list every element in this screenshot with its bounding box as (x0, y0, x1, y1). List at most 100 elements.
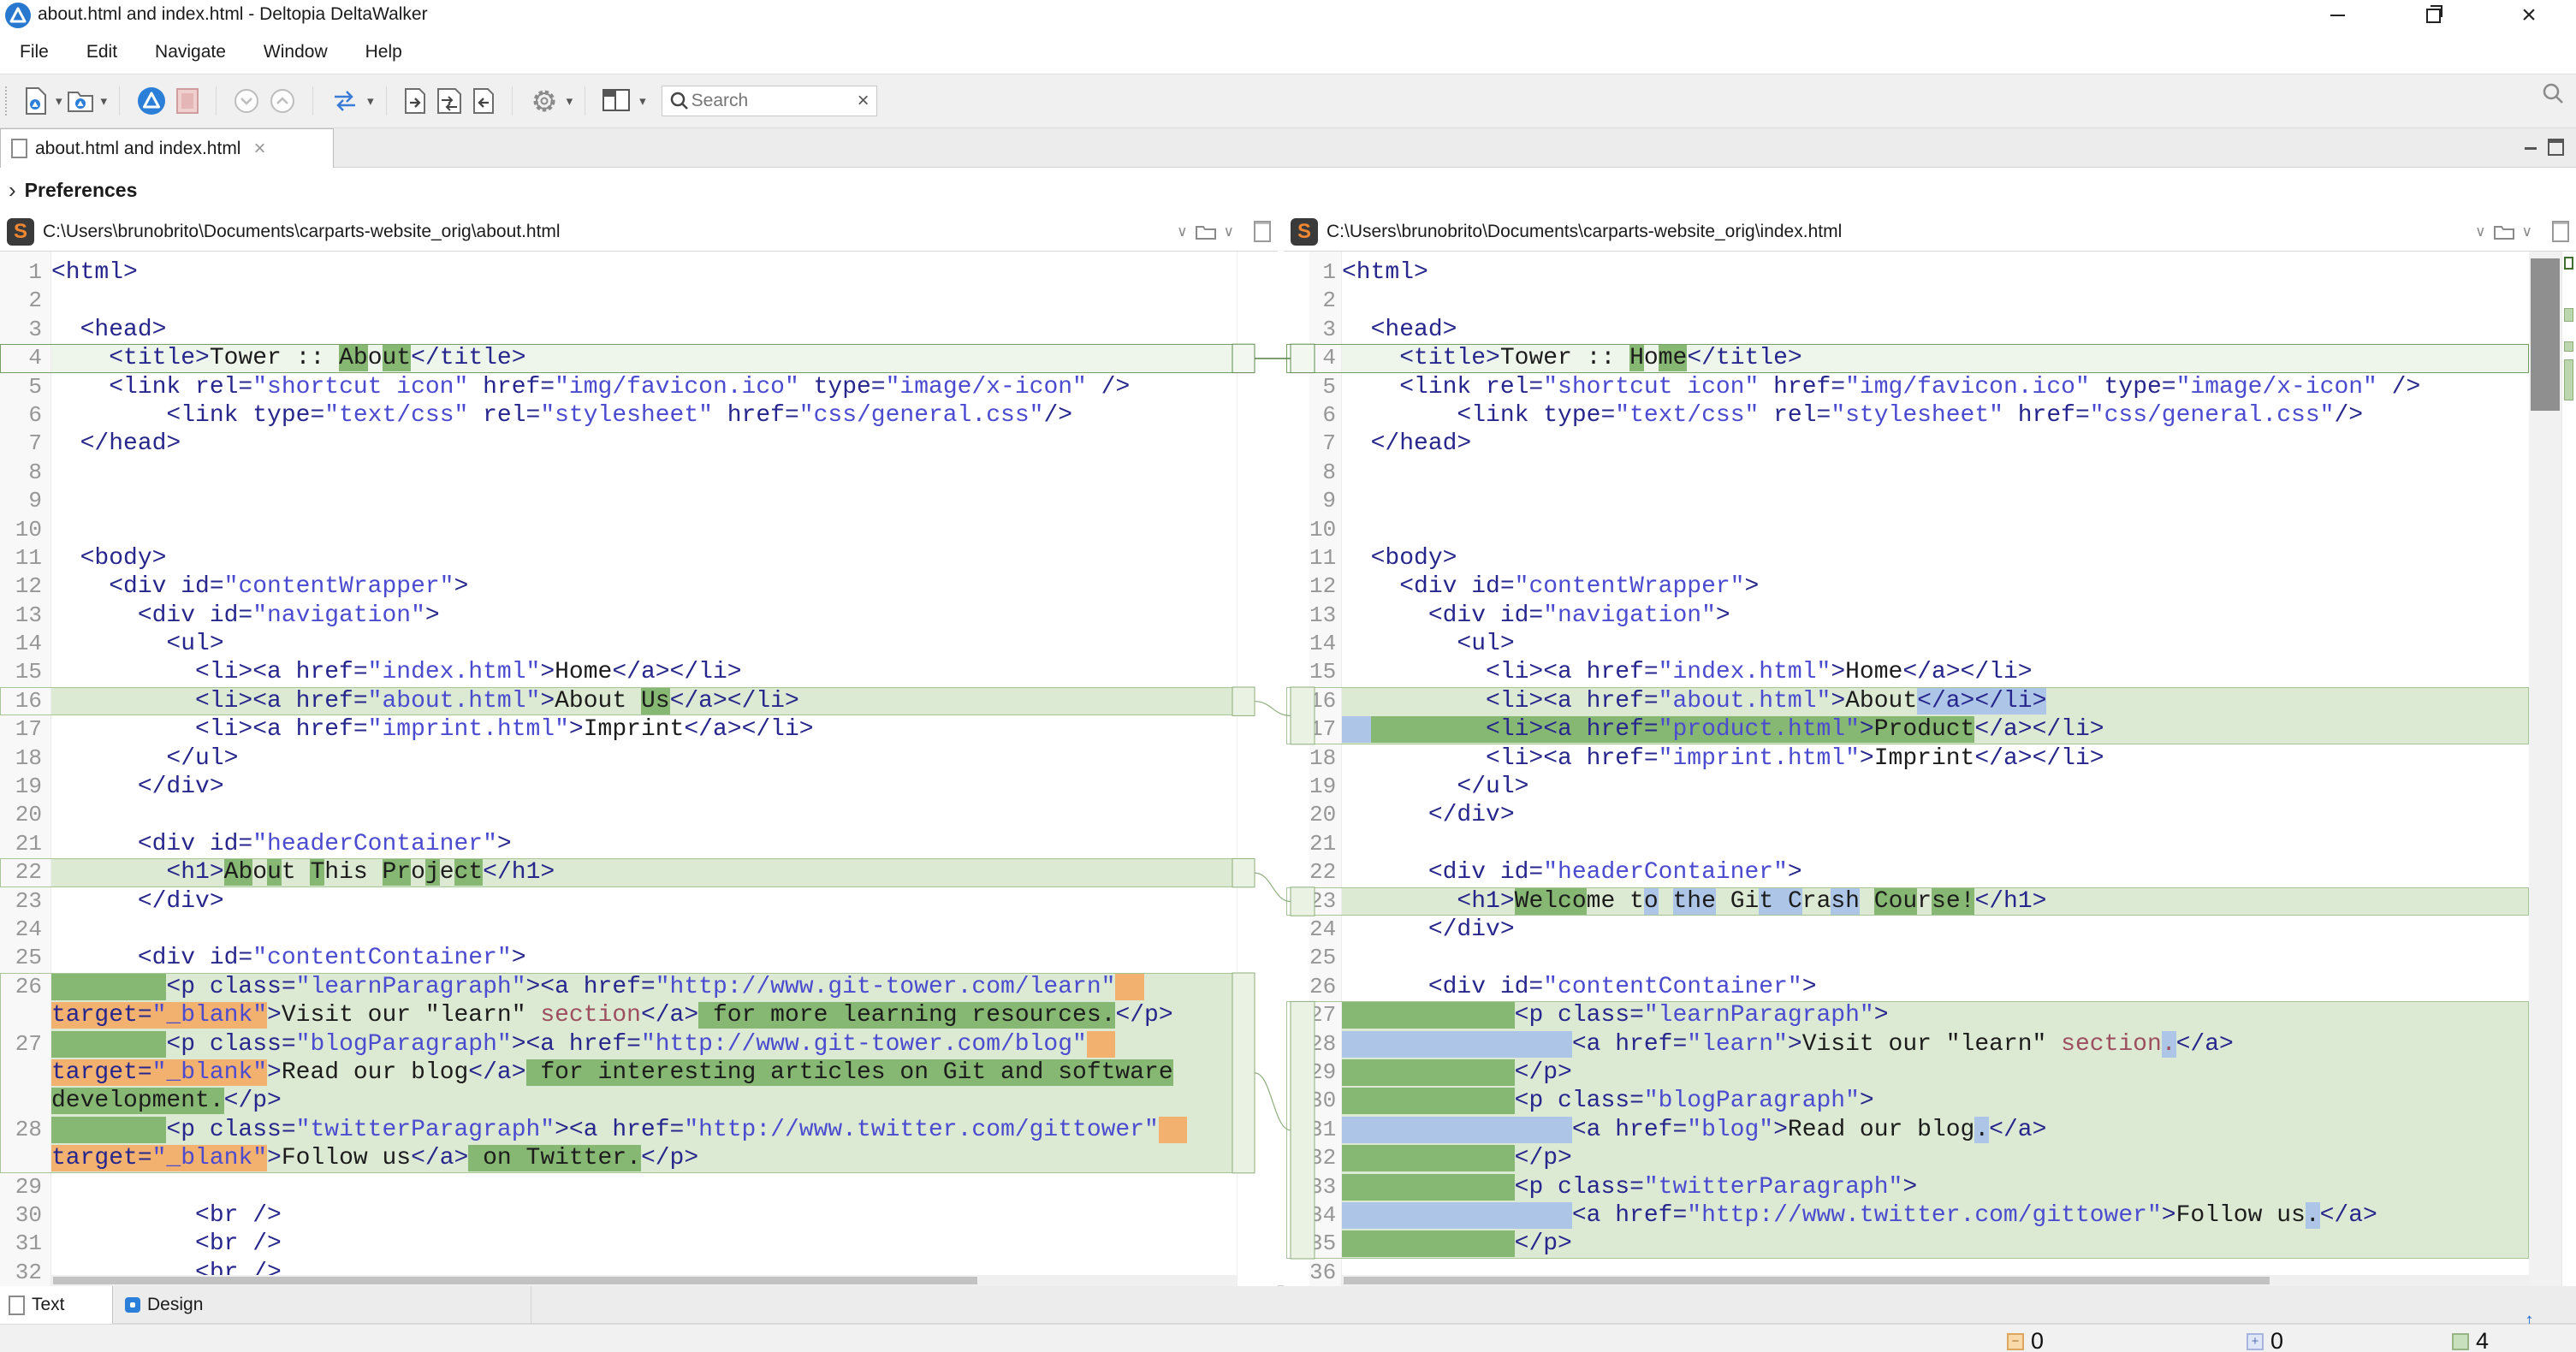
previous-difference-button[interactable] (264, 82, 300, 120)
tab-close-icon[interactable]: × (253, 137, 265, 161)
swap-dropdown[interactable]: ▾ (367, 93, 374, 109)
preferences-label[interactable]: Preferences (25, 179, 138, 202)
line-number: 24 (0, 916, 50, 944)
line-number: 14 (0, 630, 50, 658)
restore-button[interactable] (2407, 0, 2460, 31)
toolbar: ▾ ▾ ▾ (0, 74, 2576, 128)
right-pane-header: S C:\Users\brunobrito\Documents\carparts… (1284, 212, 2576, 252)
code-line: <html> (1342, 258, 2529, 287)
swap-sides-button[interactable] (325, 82, 365, 120)
code-line: </div> (1342, 801, 2529, 829)
menu-window[interactable]: Window (264, 42, 328, 62)
path-dropdown-icon[interactable]: ∨ (2475, 223, 2485, 240)
line-number: 16 (0, 687, 50, 715)
minimize-view-icon[interactable] (2525, 144, 2537, 150)
line-number (0, 1058, 50, 1087)
left-pane-header: S C:\Users\brunobrito\Documents\carparts… (0, 212, 1278, 252)
right-code-lines: <html> <head> <title>Tower :: Home</titl… (1342, 252, 2529, 1286)
ruler-mark-current[interactable] (2564, 257, 2573, 270)
merge-all-button[interactable] (431, 82, 467, 120)
expand-arrow-icon[interactable]: › (9, 177, 16, 204)
new-folder-comparison-button[interactable] (62, 82, 98, 120)
search-clear-icon[interactable]: × (858, 89, 870, 113)
code-line (1342, 944, 2529, 972)
folder-comparison-dropdown[interactable]: ▾ (101, 93, 108, 109)
overview-ruler[interactable] (2561, 252, 2576, 1286)
folder-dropdown-icon[interactable]: ∨ (2522, 223, 2532, 240)
scrollbar-thumb[interactable] (2531, 258, 2560, 411)
find-icon[interactable] (2542, 82, 2564, 104)
menu-edit[interactable]: Edit (86, 42, 117, 62)
ruler-mark[interactable] (2564, 341, 2573, 352)
file-info-icon[interactable] (2552, 221, 2569, 242)
folder-dropdown-icon[interactable]: ∨ (1224, 223, 1234, 240)
stop-button[interactable] (171, 82, 204, 120)
path-dropdown-icon[interactable]: ∨ (1177, 223, 1187, 240)
tab-label: about.html and index.html (35, 139, 240, 159)
close-button[interactable]: × (2502, 0, 2555, 31)
code-line: <div id="contentContainer"> (51, 944, 1237, 972)
code-line: target="_blank">Read our blog</a> for in… (51, 1058, 1237, 1087)
line-number: 31 (0, 1230, 50, 1258)
code-line (1342, 830, 2529, 858)
comparison-tab[interactable]: about.html and index.html × (0, 128, 334, 168)
merge-right-icon (403, 87, 427, 115)
line-number: 7 (0, 430, 50, 458)
file-info-icon[interactable] (1254, 221, 1271, 242)
merge-left-button[interactable] (467, 82, 500, 120)
tab-text-view[interactable]: Text (0, 1286, 113, 1324)
right-pane: S C:\Users\brunobrito\Documents\carparts… (1284, 212, 2576, 1286)
code-line: <div id="navigation"> (1342, 602, 2529, 630)
line-number: 29 (0, 1173, 50, 1201)
settings-button[interactable] (525, 82, 564, 120)
new-comparison-dropdown[interactable]: ▾ (56, 93, 62, 109)
maximize-view-icon[interactable] (2548, 139, 2564, 156)
merge-right-button[interactable] (399, 82, 431, 120)
removed-count: − 0 (2007, 1328, 2044, 1352)
line-number: 10 (0, 516, 50, 544)
menu-help[interactable]: Help (365, 42, 402, 62)
menu-navigate[interactable]: Navigate (155, 42, 226, 62)
ruler-mark[interactable] (2564, 308, 2573, 322)
layout-button[interactable] (597, 82, 637, 120)
layout-dropdown[interactable]: ▾ (639, 93, 646, 109)
code-line: target="_blank">Follow us</a> on Twitter… (51, 1144, 1237, 1172)
right-horizontal-scrollbar[interactable] (1342, 1275, 2529, 1286)
code-line: <h1>Welcome to the Git Crash Course!</h1… (1342, 887, 2529, 916)
line-number: 21 (0, 830, 50, 858)
toolbar-grip[interactable] (5, 86, 12, 116)
code-line: <br /> (51, 1201, 1237, 1230)
stop-icon (175, 87, 199, 115)
line-number (0, 1001, 50, 1029)
browse-folder-icon[interactable] (1196, 224, 1216, 240)
tab-bar: about.html and index.html × (0, 128, 2576, 168)
code-line (1342, 487, 2529, 515)
line-number: 32 (0, 1259, 50, 1286)
code-line: <p class="twitterParagraph"><a href="htt… (51, 1116, 1237, 1144)
line-number: 20 (0, 801, 50, 829)
line-number: 8 (0, 459, 50, 487)
settings-dropdown[interactable]: ▾ (567, 93, 573, 109)
added-icon: + (2247, 1333, 2264, 1350)
title-bar: about.html and index.html - Deltopia Del… (0, 0, 2576, 31)
browse-folder-icon[interactable] (2494, 224, 2514, 240)
left-code-area[interactable]: 1234567891011121314151617181920212223242… (0, 252, 1278, 1286)
right-vertical-scrollbar[interactable] (2529, 252, 2561, 1286)
ruler-mark[interactable] (2564, 359, 2573, 400)
menu-file[interactable]: File (20, 42, 49, 62)
code-line: <li><a href="index.html">Home</a></li> (51, 658, 1237, 686)
minimize-button[interactable] (2311, 0, 2364, 31)
compare-button[interactable] (132, 82, 171, 120)
left-horizontal-scrollbar[interactable] (51, 1275, 1237, 1286)
code-line: <link rel="shortcut icon" href="img/favi… (51, 373, 1237, 401)
search-input[interactable] (690, 90, 839, 112)
next-difference-button[interactable] (229, 82, 264, 120)
code-line: <link type="text/css" rel="stylesheet" h… (1342, 401, 2529, 430)
code-line: <div id="contentWrapper"> (1342, 572, 2529, 601)
merge-all-icon (436, 87, 463, 115)
new-file-comparison-button[interactable] (19, 82, 53, 120)
line-number: 25 (0, 944, 50, 972)
code-line: <li><a href="imprint.html">Imprint</a></… (1342, 744, 2529, 773)
right-code-area[interactable]: 1234567891011121314151617181920212223242… (1284, 252, 2576, 1286)
tab-design-view[interactable]: Design (113, 1286, 203, 1324)
